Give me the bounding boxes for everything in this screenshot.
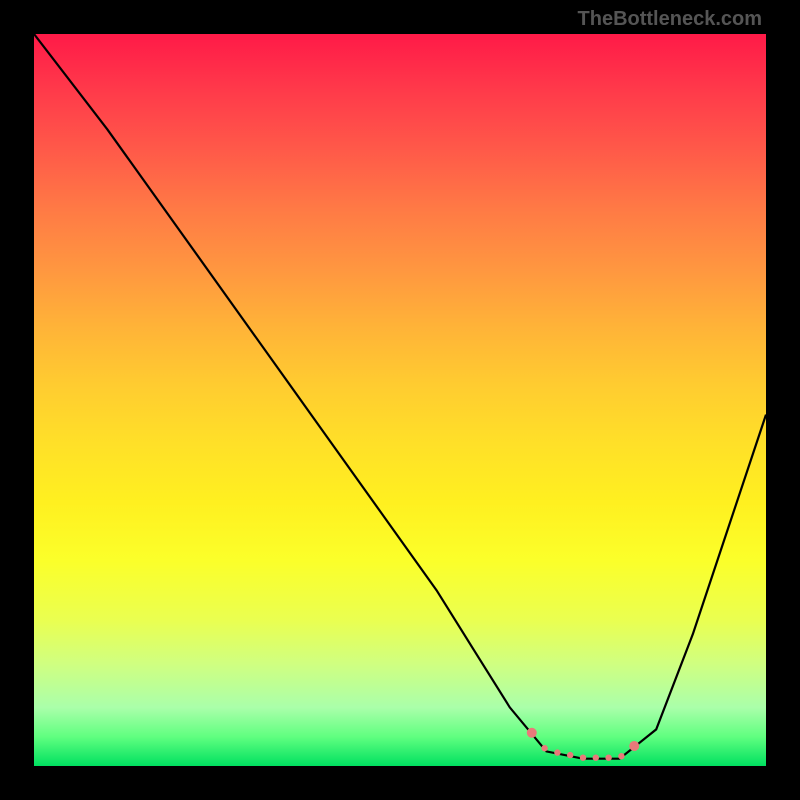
highlight-dots <box>527 728 639 761</box>
curve-svg <box>34 34 766 766</box>
highlight-dot <box>618 753 624 759</box>
highlight-dot <box>580 755 586 761</box>
bottleneck-curve-path <box>34 34 766 759</box>
highlight-dot <box>527 728 537 738</box>
watermark-text: TheBottleneck.com <box>578 8 762 31</box>
highlight-dot <box>605 755 611 761</box>
highlight-dot <box>541 745 547 751</box>
highlight-dot <box>554 749 560 755</box>
highlight-dot <box>629 741 639 751</box>
chart-plot-area <box>34 34 766 766</box>
highlight-dot <box>593 755 599 761</box>
highlight-dot <box>567 752 573 758</box>
